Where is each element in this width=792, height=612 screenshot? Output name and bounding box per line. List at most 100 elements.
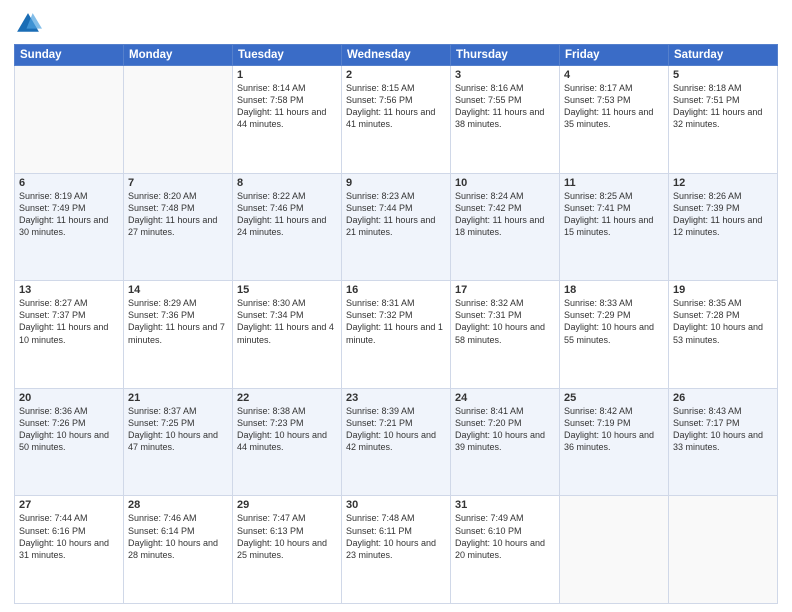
day-info: Sunrise: 8:30 AM Sunset: 7:34 PM Dayligh… (237, 297, 337, 346)
day-number: 16 (346, 284, 446, 296)
calendar-cell: 27Sunrise: 7:44 AM Sunset: 6:16 PM Dayli… (15, 496, 124, 604)
day-number: 8 (237, 177, 337, 189)
calendar-cell (669, 496, 778, 604)
calendar-cell: 10Sunrise: 8:24 AM Sunset: 7:42 PM Dayli… (451, 173, 560, 281)
calendar-cell: 6Sunrise: 8:19 AM Sunset: 7:49 PM Daylig… (15, 173, 124, 281)
day-number: 12 (673, 177, 773, 189)
day-info: Sunrise: 8:25 AM Sunset: 7:41 PM Dayligh… (564, 190, 664, 239)
day-info: Sunrise: 8:27 AM Sunset: 7:37 PM Dayligh… (19, 297, 119, 346)
day-info: Sunrise: 7:46 AM Sunset: 6:14 PM Dayligh… (128, 512, 228, 561)
page: SundayMondayTuesdayWednesdayThursdayFrid… (0, 0, 792, 612)
calendar-cell: 31Sunrise: 7:49 AM Sunset: 6:10 PM Dayli… (451, 496, 560, 604)
day-number: 20 (19, 392, 119, 404)
calendar-cell: 8Sunrise: 8:22 AM Sunset: 7:46 PM Daylig… (233, 173, 342, 281)
day-info: Sunrise: 7:47 AM Sunset: 6:13 PM Dayligh… (237, 512, 337, 561)
day-info: Sunrise: 8:32 AM Sunset: 7:31 PM Dayligh… (455, 297, 555, 346)
day-number: 29 (237, 499, 337, 511)
calendar-cell: 3Sunrise: 8:16 AM Sunset: 7:55 PM Daylig… (451, 66, 560, 174)
day-number: 4 (564, 69, 664, 81)
calendar-cell: 18Sunrise: 8:33 AM Sunset: 7:29 PM Dayli… (560, 281, 669, 389)
calendar-cell: 2Sunrise: 8:15 AM Sunset: 7:56 PM Daylig… (342, 66, 451, 174)
day-info: Sunrise: 7:48 AM Sunset: 6:11 PM Dayligh… (346, 512, 446, 561)
calendar-cell (560, 496, 669, 604)
day-info: Sunrise: 8:37 AM Sunset: 7:25 PM Dayligh… (128, 405, 228, 454)
day-info: Sunrise: 7:49 AM Sunset: 6:10 PM Dayligh… (455, 512, 555, 561)
weekday-header-thursday: Thursday (451, 45, 560, 66)
day-info: Sunrise: 8:18 AM Sunset: 7:51 PM Dayligh… (673, 82, 773, 131)
calendar-cell: 5Sunrise: 8:18 AM Sunset: 7:51 PM Daylig… (669, 66, 778, 174)
calendar-cell: 19Sunrise: 8:35 AM Sunset: 7:28 PM Dayli… (669, 281, 778, 389)
day-info: Sunrise: 8:22 AM Sunset: 7:46 PM Dayligh… (237, 190, 337, 239)
day-number: 10 (455, 177, 555, 189)
calendar-cell: 11Sunrise: 8:25 AM Sunset: 7:41 PM Dayli… (560, 173, 669, 281)
calendar-cell: 1Sunrise: 8:14 AM Sunset: 7:58 PM Daylig… (233, 66, 342, 174)
week-row-2: 13Sunrise: 8:27 AM Sunset: 7:37 PM Dayli… (15, 281, 778, 389)
day-number: 18 (564, 284, 664, 296)
day-info: Sunrise: 8:36 AM Sunset: 7:26 PM Dayligh… (19, 405, 119, 454)
day-number: 31 (455, 499, 555, 511)
day-info: Sunrise: 8:43 AM Sunset: 7:17 PM Dayligh… (673, 405, 773, 454)
calendar-cell: 28Sunrise: 7:46 AM Sunset: 6:14 PM Dayli… (124, 496, 233, 604)
day-number: 22 (237, 392, 337, 404)
day-number: 14 (128, 284, 228, 296)
day-info: Sunrise: 8:26 AM Sunset: 7:39 PM Dayligh… (673, 190, 773, 239)
weekday-header-wednesday: Wednesday (342, 45, 451, 66)
calendar-cell: 12Sunrise: 8:26 AM Sunset: 7:39 PM Dayli… (669, 173, 778, 281)
day-number: 9 (346, 177, 446, 189)
calendar-cell: 15Sunrise: 8:30 AM Sunset: 7:34 PM Dayli… (233, 281, 342, 389)
day-number: 24 (455, 392, 555, 404)
day-info: Sunrise: 8:24 AM Sunset: 7:42 PM Dayligh… (455, 190, 555, 239)
calendar-cell: 25Sunrise: 8:42 AM Sunset: 7:19 PM Dayli… (560, 388, 669, 496)
day-number: 19 (673, 284, 773, 296)
weekday-header-saturday: Saturday (669, 45, 778, 66)
day-number: 3 (455, 69, 555, 81)
day-info: Sunrise: 8:23 AM Sunset: 7:44 PM Dayligh… (346, 190, 446, 239)
day-info: Sunrise: 8:20 AM Sunset: 7:48 PM Dayligh… (128, 190, 228, 239)
weekday-header-friday: Friday (560, 45, 669, 66)
logo (14, 10, 46, 38)
calendar-cell: 13Sunrise: 8:27 AM Sunset: 7:37 PM Dayli… (15, 281, 124, 389)
day-number: 2 (346, 69, 446, 81)
day-number: 7 (128, 177, 228, 189)
week-row-4: 27Sunrise: 7:44 AM Sunset: 6:16 PM Dayli… (15, 496, 778, 604)
week-row-3: 20Sunrise: 8:36 AM Sunset: 7:26 PM Dayli… (15, 388, 778, 496)
calendar-table: SundayMondayTuesdayWednesdayThursdayFrid… (14, 44, 778, 604)
calendar-cell (124, 66, 233, 174)
day-number: 11 (564, 177, 664, 189)
day-number: 17 (455, 284, 555, 296)
day-info: Sunrise: 8:17 AM Sunset: 7:53 PM Dayligh… (564, 82, 664, 131)
calendar-cell: 24Sunrise: 8:41 AM Sunset: 7:20 PM Dayli… (451, 388, 560, 496)
calendar-cell: 23Sunrise: 8:39 AM Sunset: 7:21 PM Dayli… (342, 388, 451, 496)
day-info: Sunrise: 8:38 AM Sunset: 7:23 PM Dayligh… (237, 405, 337, 454)
calendar-cell (15, 66, 124, 174)
calendar-cell: 16Sunrise: 8:31 AM Sunset: 7:32 PM Dayli… (342, 281, 451, 389)
week-row-0: 1Sunrise: 8:14 AM Sunset: 7:58 PM Daylig… (15, 66, 778, 174)
day-number: 25 (564, 392, 664, 404)
day-info: Sunrise: 8:39 AM Sunset: 7:21 PM Dayligh… (346, 405, 446, 454)
day-number: 1 (237, 69, 337, 81)
day-info: Sunrise: 8:41 AM Sunset: 7:20 PM Dayligh… (455, 405, 555, 454)
calendar-cell: 21Sunrise: 8:37 AM Sunset: 7:25 PM Dayli… (124, 388, 233, 496)
day-info: Sunrise: 8:15 AM Sunset: 7:56 PM Dayligh… (346, 82, 446, 131)
day-number: 26 (673, 392, 773, 404)
calendar-cell: 30Sunrise: 7:48 AM Sunset: 6:11 PM Dayli… (342, 496, 451, 604)
calendar-cell: 17Sunrise: 8:32 AM Sunset: 7:31 PM Dayli… (451, 281, 560, 389)
logo-icon (14, 10, 42, 38)
weekday-header-row: SundayMondayTuesdayWednesdayThursdayFrid… (15, 45, 778, 66)
day-info: Sunrise: 8:29 AM Sunset: 7:36 PM Dayligh… (128, 297, 228, 346)
day-number: 23 (346, 392, 446, 404)
header (14, 10, 778, 38)
calendar-cell: 4Sunrise: 8:17 AM Sunset: 7:53 PM Daylig… (560, 66, 669, 174)
day-number: 30 (346, 499, 446, 511)
day-number: 28 (128, 499, 228, 511)
calendar-cell: 22Sunrise: 8:38 AM Sunset: 7:23 PM Dayli… (233, 388, 342, 496)
day-number: 15 (237, 284, 337, 296)
day-number: 13 (19, 284, 119, 296)
weekday-header-monday: Monday (124, 45, 233, 66)
day-info: Sunrise: 8:14 AM Sunset: 7:58 PM Dayligh… (237, 82, 337, 131)
calendar-cell: 14Sunrise: 8:29 AM Sunset: 7:36 PM Dayli… (124, 281, 233, 389)
day-number: 5 (673, 69, 773, 81)
day-info: Sunrise: 8:19 AM Sunset: 7:49 PM Dayligh… (19, 190, 119, 239)
calendar-cell: 20Sunrise: 8:36 AM Sunset: 7:26 PM Dayli… (15, 388, 124, 496)
day-info: Sunrise: 8:42 AM Sunset: 7:19 PM Dayligh… (564, 405, 664, 454)
